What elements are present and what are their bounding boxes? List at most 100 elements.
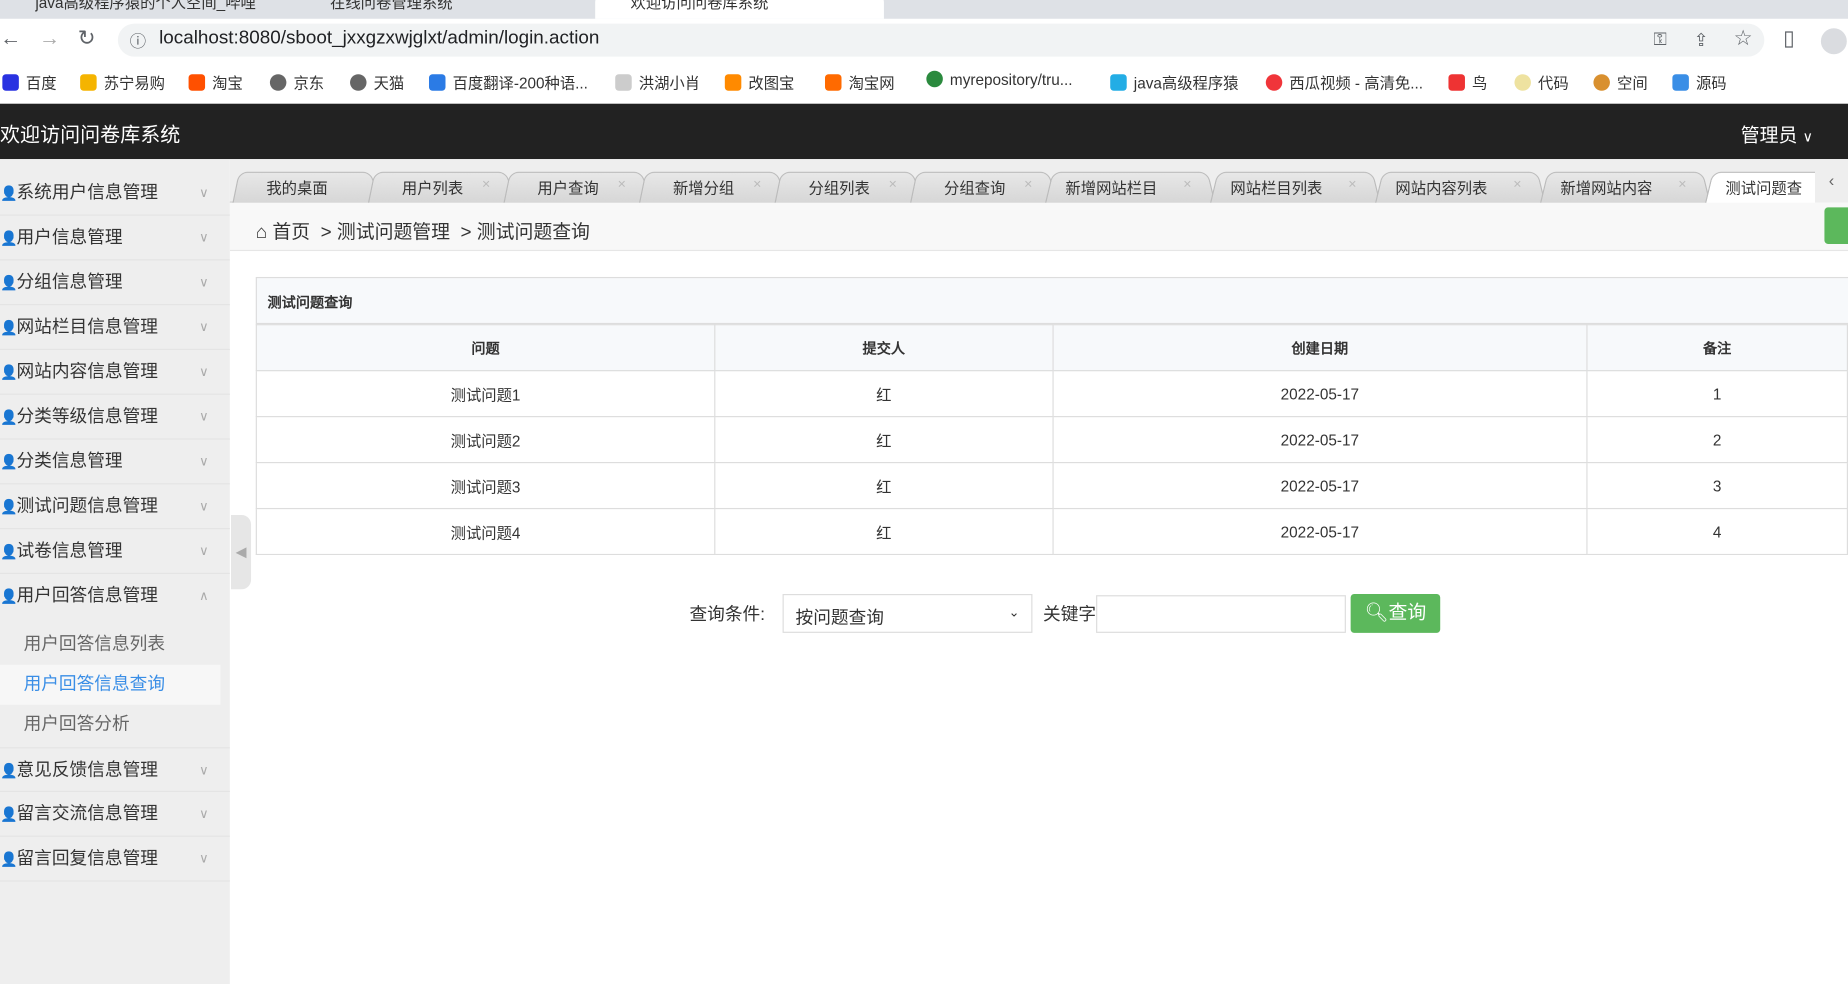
bookmark[interactable]: 天猫: [350, 71, 404, 93]
bookmark[interactable]: 淘宝: [188, 71, 243, 93]
url-text[interactable]: localhost:8080/sboot_jxxgzxwjglxt/admin/…: [159, 28, 599, 49]
sidepanel-icon[interactable]: ▯: [1783, 26, 1795, 51]
chevron-down-icon: ∨: [199, 454, 209, 470]
close-tab-icon[interactable]: ×: [1024, 176, 1032, 192]
keyword-input[interactable]: [1096, 595, 1346, 633]
sidebar-item[interactable]: 👤分类信息管理 ∨: [0, 440, 230, 485]
chevron-down-icon: ∨: [199, 275, 209, 290]
sidebar-subitem-active[interactable]: 用户回答信息查询: [0, 664, 221, 705]
sidebar-item[interactable]: 👤留言交流信息管理 ∨: [0, 792, 230, 837]
user-icon: 👤: [0, 453, 18, 471]
bookmark[interactable]: 源码: [1672, 71, 1727, 93]
bookmark[interactable]: 空间: [1593, 71, 1648, 93]
bookmark[interactable]: 百度: [2, 71, 57, 93]
chevron-down-icon: ∨: [1802, 128, 1813, 145]
sidebar-item[interactable]: 👤留言回复信息管理 ∨: [0, 837, 230, 882]
user-icon: 👤: [0, 588, 18, 605]
sidebar-item-expanded[interactable]: 👤用户回答信息管理 ∧: [0, 574, 230, 619]
bookmark[interactable]: 淘宝网: [824, 71, 895, 93]
user-icon: 👤: [0, 364, 18, 381]
app-title: 欢迎访问问卷库系统: [0, 123, 181, 147]
table-row: 测试问题2 红 2022-05-17 2: [255, 416, 1848, 464]
browser-tab[interactable]: java高级程序猿的个人空间_哔哩: [0, 0, 283, 19]
key-icon[interactable]: ⚿: [1654, 29, 1667, 49]
bookmark[interactable]: java高级程序猿: [1110, 71, 1239, 93]
star-icon[interactable]: ☆: [1734, 26, 1753, 51]
close-tab-icon[interactable]: ×: [482, 176, 490, 192]
sidebar-item[interactable]: 👤网站内容信息管理 ∨: [0, 350, 230, 395]
sidebar-subitem[interactable]: 用户回答信息列表: [0, 625, 220, 665]
bookmark[interactable]: 改图宝: [724, 71, 794, 93]
page-tab-label: 新增网站内容: [1560, 179, 1653, 197]
condition-select[interactable]: 按问题查询 ⌄: [782, 593, 1033, 633]
page-tab-label: 测试问题查: [1725, 179, 1803, 197]
bookmark[interactable]: 代码: [1514, 71, 1569, 93]
share-icon[interactable]: ⇪: [1694, 29, 1709, 51]
table-cell: 红: [714, 461, 1054, 510]
chevron-down-icon: ∨: [199, 544, 209, 559]
bookmark[interactable]: 洪湖小肖: [615, 71, 700, 93]
bookmark[interactable]: 百度翻译-200种语...: [428, 71, 588, 93]
sidebar-item[interactable]: 👤系统用户信息管理 ∨: [0, 171, 230, 216]
browser-tab[interactable]: 在线问卷管理系统: [295, 0, 578, 19]
results-table: 问题 提交人 创建日期 备注 测试问题1 红 2022-05-17 1 测试问题2 红 20…: [255, 324, 1848, 556]
user-menu[interactable]: 管理员 ∨: [1741, 119, 1813, 147]
table-cell: 4: [1586, 507, 1848, 556]
table-cell: 红: [714, 370, 1054, 418]
breadcrumb-separator: >: [320, 222, 332, 243]
forward-icon[interactable]: →: [39, 26, 60, 51]
info-icon[interactable]: ⓘ: [130, 29, 146, 53]
sidebar-item[interactable]: 👤网站栏目信息管理 ∨: [0, 305, 230, 351]
table-cell: 测试问题4: [255, 507, 716, 556]
bookmark[interactable]: 苏宁易购: [80, 71, 165, 93]
page-tab-label: 我的桌面: [266, 179, 328, 197]
bookmark[interactable]: 鸟: [1448, 71, 1487, 93]
close-tab-icon[interactable]: ×: [1348, 176, 1356, 192]
page-tab-label: 用户查询: [537, 179, 599, 197]
bookmark[interactable]: 京东: [269, 71, 324, 93]
user-icon: 👤: [0, 229, 18, 247]
table-cell: 2022-05-17: [1052, 416, 1588, 464]
sidebar-item[interactable]: 👤试卷信息管理 ∨: [0, 529, 230, 574]
back-icon[interactable]: ←: [0, 26, 21, 51]
tabs-scroll-left-button[interactable]: ‹: [1814, 159, 1848, 203]
table-cell: 3: [1586, 461, 1848, 510]
sidebar-item[interactable]: 👤分组信息管理 ∨: [0, 260, 230, 306]
table-cell: 2022-05-17: [1052, 370, 1588, 418]
search-icon: 🔍︎: [1364, 603, 1389, 624]
close-tab-icon[interactable]: ×: [1513, 176, 1521, 192]
close-tab-icon[interactable]: ×: [753, 176, 761, 192]
close-tab-icon[interactable]: ×: [1678, 176, 1686, 192]
sidebar-item[interactable]: 👤测试问题信息管理 ∨: [0, 484, 230, 530]
bookmark[interactable]: 西瓜视频 - 高清免...: [1265, 71, 1423, 93]
search-button[interactable]: 🔍︎查询: [1350, 593, 1441, 633]
chevron-down-icon: ∨: [199, 807, 209, 822]
user-icon: 👤: [0, 543, 18, 560]
column-header: 问题: [255, 324, 716, 372]
page-tab-label: 网站内容列表: [1395, 179, 1488, 197]
browser-tab-active[interactable]: 欢迎访问问卷库系统: [595, 0, 884, 19]
close-tab-icon[interactable]: ×: [1183, 176, 1191, 192]
sidebar-item[interactable]: 👤意见反馈信息管理 ∨: [0, 747, 230, 792]
page-tab-label: 用户列表: [401, 179, 464, 197]
sidebar-subitem[interactable]: 用户回答分析: [0, 705, 220, 745]
user-name: 管理员: [1740, 126, 1798, 147]
breadcrumb-home[interactable]: 首页: [272, 223, 310, 243]
column-header: 提交人: [714, 324, 1054, 372]
table-cell: 2022-05-17: [1052, 507, 1588, 556]
breadcrumb-section[interactable]: 测试问题管理: [337, 223, 450, 243]
close-tab-icon[interactable]: ×: [618, 176, 626, 192]
bookmark[interactable]: myrepository/tru...: [926, 70, 1073, 88]
refresh-button[interactable]: [1824, 207, 1848, 244]
reload-icon[interactable]: ↻: [78, 26, 96, 51]
close-tab-icon[interactable]: ×: [889, 176, 897, 192]
profile-avatar[interactable]: [1820, 28, 1847, 55]
table-cell: 2: [1586, 416, 1848, 464]
condition-value: 按问题查询: [795, 608, 884, 629]
sidebar-item[interactable]: 👤分类等级信息管理 ∨: [0, 395, 230, 440]
sidebar-item[interactable]: 👤用户信息管理 ∨: [0, 216, 230, 261]
sidebar-collapse-handle[interactable]: ◀: [230, 515, 252, 590]
table-cell: 测试问题3: [255, 461, 716, 510]
page-tab-label: 新增分组: [672, 179, 735, 197]
table-cell: 测试问题2: [255, 416, 716, 464]
